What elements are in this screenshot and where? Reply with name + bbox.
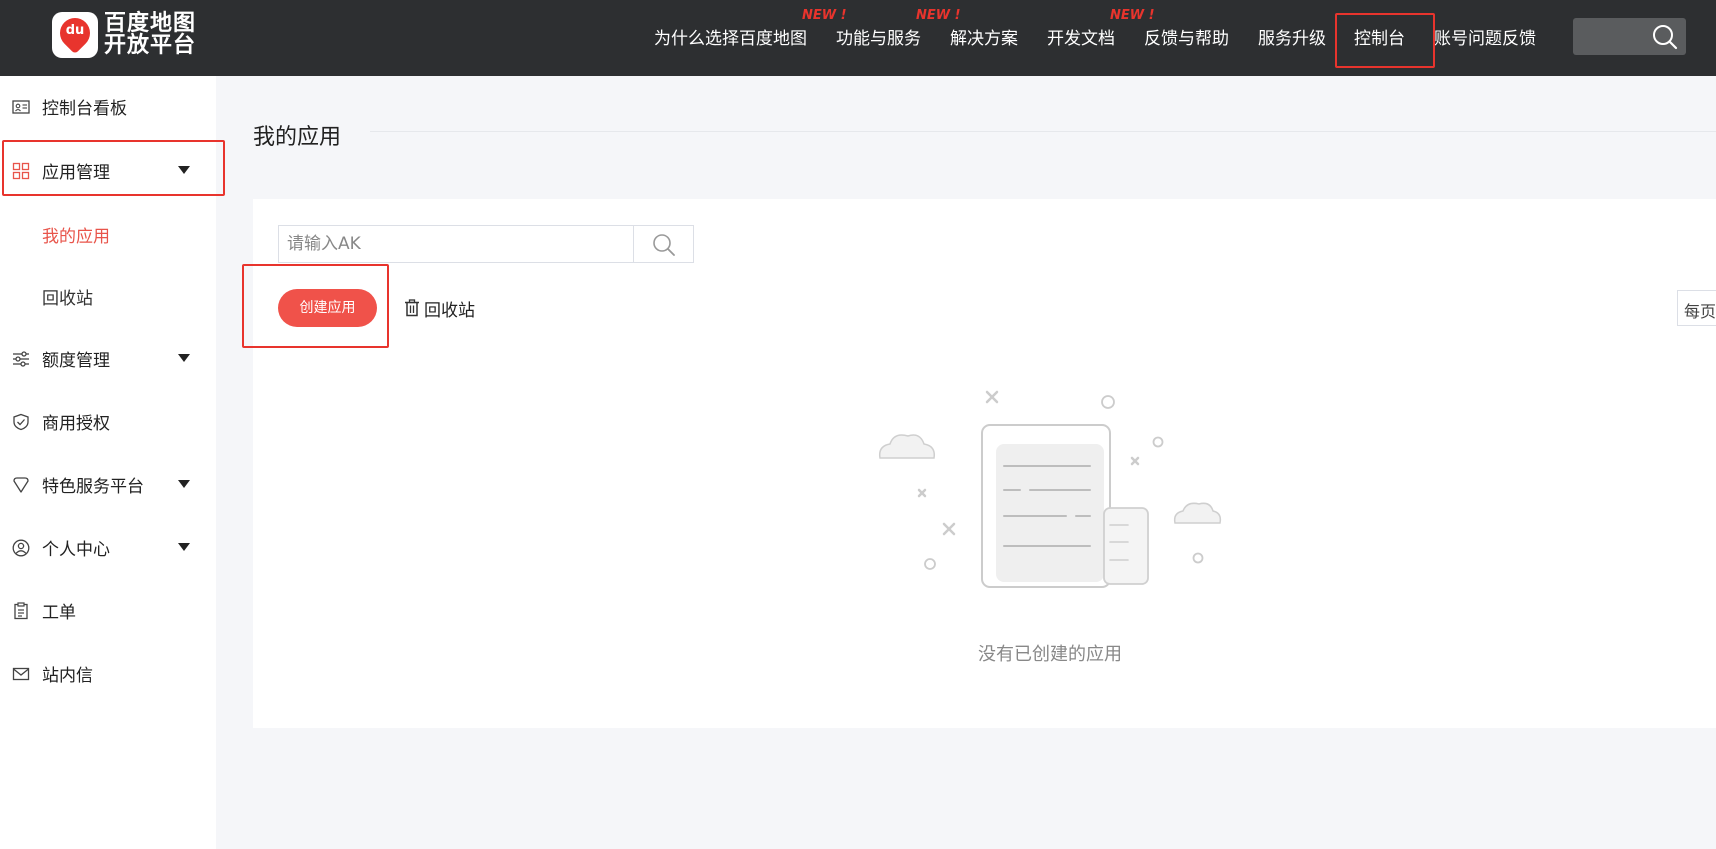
title-divider	[370, 131, 1716, 132]
nav-new-badge: NEW !	[916, 8, 961, 23]
recycle-bin-label: 回收站	[424, 300, 475, 321]
nav-dev-docs[interactable]: 开发文档	[1047, 27, 1115, 51]
document-side-card-shape	[1103, 507, 1149, 585]
baidu-map-logo-mark: du	[52, 11, 98, 58]
nav-solutions[interactable]: 解决方案	[950, 27, 1018, 51]
ak-search-button[interactable]	[633, 226, 694, 262]
logo-text-line2: 开放平台	[104, 33, 197, 58]
sidebar-item-work-orders[interactable]: 工单	[0, 590, 216, 630]
recycle-bin-link[interactable]: 回收站	[404, 296, 475, 321]
mail-icon	[12, 667, 30, 681]
sidebar-item-label: 控制台看板	[42, 98, 127, 119]
top-navigation-bar: du 百度地图 开放平台 NEW ! NEW ! NEW ! 为什么选择百度地图…	[0, 0, 1716, 76]
clipboard-icon	[14, 602, 28, 620]
nav-feedback-help[interactable]: 反馈与帮助	[1144, 27, 1229, 51]
top-search-box[interactable]	[1573, 18, 1686, 55]
per-page-label: 每页	[1684, 302, 1716, 321]
logo-text-line1: 百度地图	[104, 11, 197, 36]
chevron-down-icon[interactable]	[178, 480, 190, 488]
sidebar-item-label: 个人中心	[42, 539, 110, 560]
sidebar-item-label: 工单	[42, 602, 76, 623]
diamond-icon	[13, 477, 29, 493]
sidebar-item-label: 额度管理	[42, 350, 110, 371]
sidebar-item-site-messages[interactable]: 站内信	[0, 653, 216, 693]
page-title: 我的应用	[253, 125, 342, 150]
sidebar-item-commercial-license[interactable]: 商用授权	[0, 401, 216, 441]
document-page-shape	[996, 444, 1104, 582]
nav-new-badge: NEW !	[802, 8, 847, 23]
logo-text: 百度地图 开放平台	[104, 13, 196, 57]
sidebar-subitem-my-apps[interactable]: 我的应用	[42, 222, 110, 247]
nav-new-badge: NEW !	[1110, 8, 1155, 23]
user-circle-icon	[12, 539, 30, 557]
baidu-map-logo[interactable]: du 百度地图 开放平台	[52, 11, 196, 58]
empty-state-text: 没有已创建的应用	[978, 644, 1122, 665]
create-app-highlight-box	[242, 264, 389, 348]
chevron-down-icon[interactable]	[178, 354, 190, 362]
sidebar-item-quota-management[interactable]: 额度管理	[0, 338, 216, 378]
nav-features-services[interactable]: 功能与服务	[836, 27, 921, 51]
chevron-down-icon[interactable]	[178, 543, 190, 551]
sliders-icon	[13, 351, 29, 367]
cloud-icon	[878, 434, 936, 459]
empty-state-illustration	[878, 390, 1222, 588]
sidebar-item-personal-center[interactable]: 个人中心	[0, 527, 216, 567]
search-icon[interactable]	[1652, 24, 1678, 50]
cloud-icon	[1173, 502, 1222, 524]
search-icon	[653, 234, 675, 256]
shield-check-icon	[13, 413, 29, 431]
sidebar-item-dashboard[interactable]: 控制台看板	[0, 86, 216, 126]
nav-service-upgrade[interactable]: 服务升级	[1258, 27, 1326, 51]
sidebar-item-featured-services[interactable]: 特色服务平台	[0, 464, 216, 504]
ak-search-box	[278, 225, 694, 263]
trash-icon	[405, 299, 419, 317]
sidebar-item-label: 特色服务平台	[42, 476, 144, 497]
sidebar-subitem-recycle-bin[interactable]: 回收站	[42, 284, 93, 309]
logo-mark-text: du	[65, 23, 85, 38]
console-highlight-box	[1335, 13, 1435, 68]
sidebar-item-label: 商用授权	[42, 413, 110, 434]
nav-account-feedback[interactable]: 账号问题反馈	[1434, 27, 1536, 51]
sidebar-item-label: 站内信	[42, 665, 93, 686]
per-page-select[interactable]: 每页	[1677, 290, 1716, 326]
app-management-highlight-box	[2, 140, 225, 196]
nav-why-baidu-map[interactable]: 为什么选择百度地图	[654, 27, 807, 51]
ak-search-input[interactable]	[279, 226, 633, 262]
dashboard-card-icon	[12, 100, 30, 114]
